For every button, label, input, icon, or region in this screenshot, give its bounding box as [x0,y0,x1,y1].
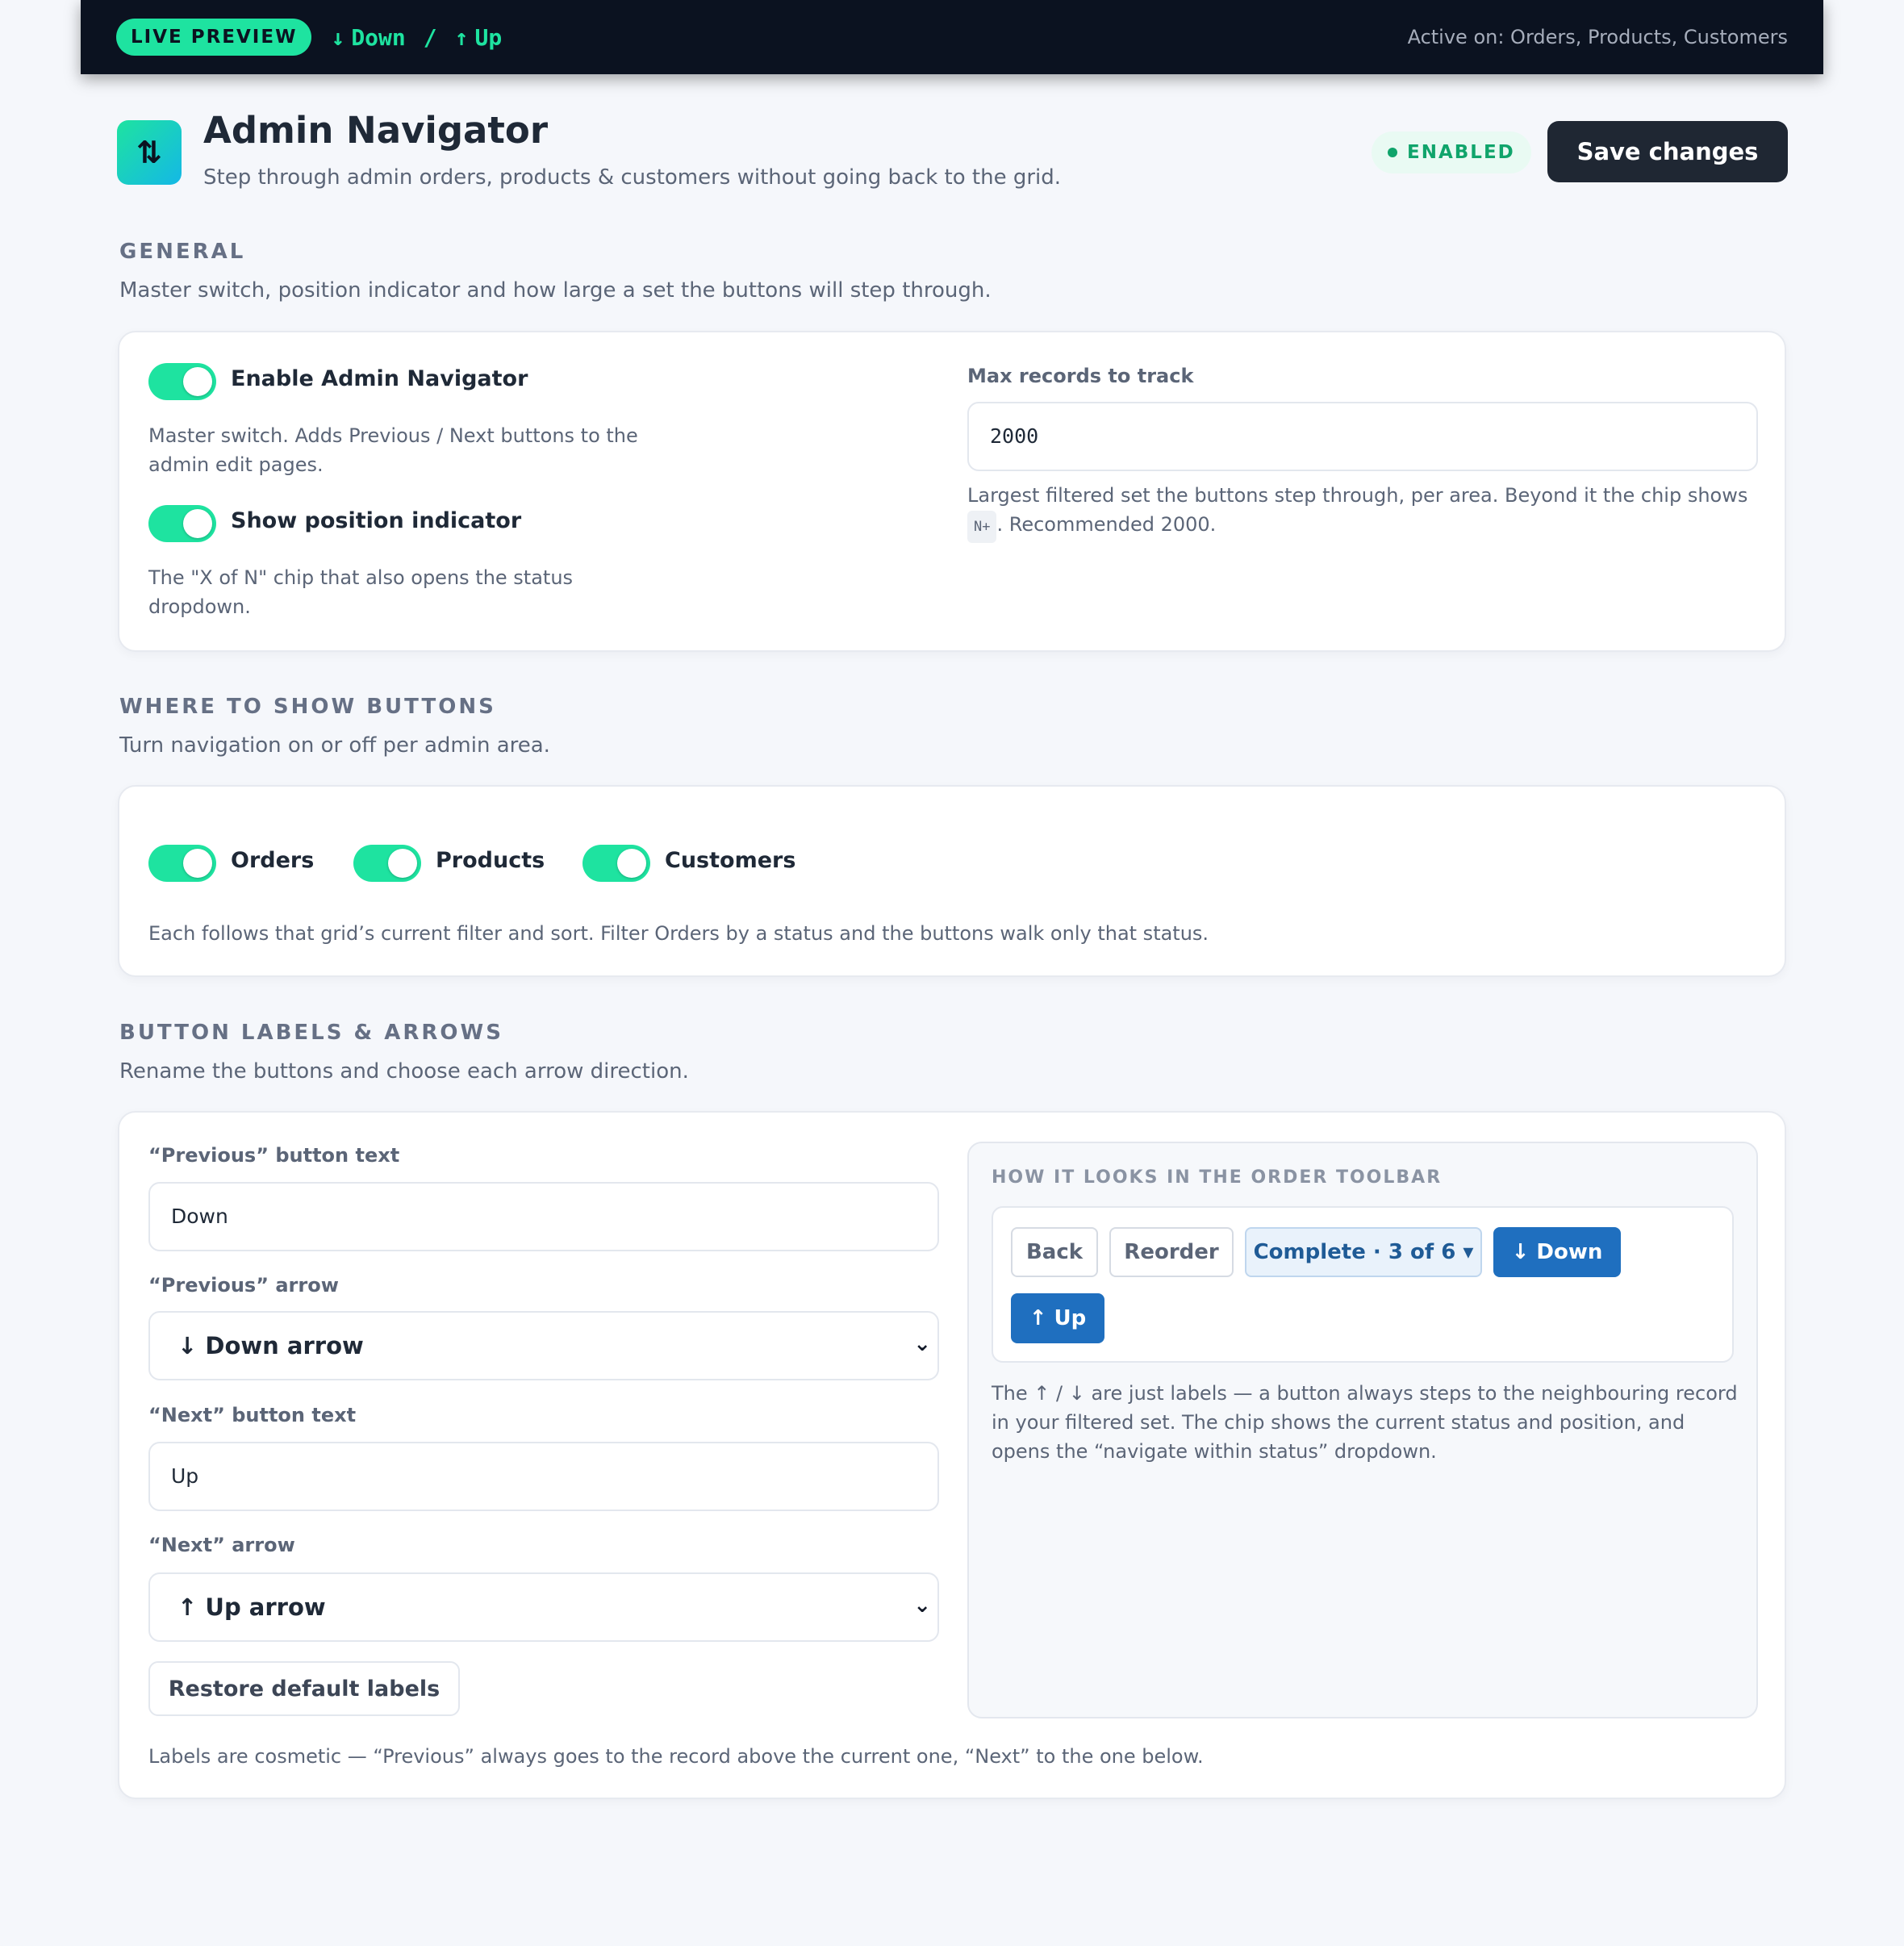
max-records-help-code: N+ [967,511,997,543]
section-desc-labels: Rename the buttons and choose each arrow… [119,1059,689,1084]
section-title-general: GENERAL [119,240,246,264]
max-records-input[interactable]: 2000 [967,402,1758,471]
enable-navigator-help: Master switch. Adds Previous / Next butt… [148,424,638,476]
chevron-down-icon: ⌄ [913,1593,931,1618]
prev-arrow-select[interactable]: ↓ Down arrow ⌄ [148,1311,939,1380]
section-desc-general: Master switch, position indicator and ho… [119,278,992,303]
section-desc-where: Turn navigation on or off per admin area… [119,733,550,758]
save-button[interactable]: Save changes [1547,121,1788,182]
customers-label: Customers [665,848,796,873]
where-card: Orders Products Customers Each follows t… [118,785,1786,977]
live-preview-bar: LIVE PREVIEW ↓ Down / ↑ Up Active on: Or… [81,0,1823,74]
general-card: Enable Admin Navigator Master switch. Ad… [118,331,1786,652]
position-indicator-toggle[interactable] [148,505,216,542]
products-toggle[interactable] [353,845,421,882]
enable-navigator-toggle[interactable] [148,363,216,400]
products-label: Products [436,848,545,873]
max-records-label: Max records to track [967,365,1194,387]
next-text-input[interactable]: Up [148,1442,939,1511]
preview-reorder-button[interactable]: Reorder [1109,1227,1234,1277]
status-badge: ENABLED [1372,132,1531,173]
status-dot-icon [1388,148,1397,157]
position-indicator-label: Show position indicator [231,508,522,533]
arrow-up-icon: ↑ [454,23,469,51]
enable-navigator-label: Enable Admin Navigator [231,366,528,391]
page-subtitle: Step through admin orders, products & cu… [203,165,1062,190]
prev-text-label: “Previous” button text [148,1144,400,1167]
preview-title: HOW IT LOOKS IN THE ORDER TOOLBAR [992,1167,1443,1188]
top-up-label: Up [474,23,503,51]
prev-arrow-label: “Previous” arrow [148,1274,339,1297]
status-badge-label: ENABLED [1407,142,1515,163]
labels-card: “Previous” button text Down “Previous” a… [118,1111,1786,1799]
next-arrow-label: “Next” arrow [148,1534,295,1556]
preview-up-button[interactable]: ↑ Up [1011,1293,1104,1343]
max-records-help: Largest filtered set the buttons step th… [967,481,1758,543]
restore-defaults-button[interactable]: Restore default labels [148,1661,460,1716]
preview-status-chip[interactable]: Complete · 3 of 6 ▾ [1245,1227,1482,1277]
position-indicator-help: The "X of N" chip that also opens the st… [148,566,574,618]
toolbar-preview-panel: HOW IT LOOKS IN THE ORDER TOOLBAR Back R… [967,1142,1758,1718]
top-down-label: Down [351,23,406,51]
chevron-down-icon: ⌄ [913,1332,931,1356]
orders-label: Orders [231,848,315,873]
customers-toggle[interactable] [582,845,650,882]
page-header: ⇅ Admin Navigator Step through admin ord… [117,109,1788,198]
labels-footer-help: Labels are cosmetic — “Previous” always … [148,1745,1204,1768]
next-text-label: “Next” button text [148,1404,357,1426]
section-title-where: WHERE TO SHOW BUTTONS [119,695,496,719]
max-records-help-tail: . Recommended 2000. [996,513,1217,536]
up-down-arrows-icon: ⇅ [117,120,182,185]
next-arrow-select-value: ↑ Up arrow [177,1593,326,1621]
where-help: Each follows that grid’s current filter … [148,922,1209,945]
preview-help: The ↑ / ↓ are just labels — a button alw… [992,1382,1738,1463]
max-records-help-text: Largest filtered set the buttons step th… [967,484,1748,507]
order-toolbar-preview: Back Reorder Complete · 3 of 6 ▾ ↓ Down … [992,1206,1734,1363]
prev-arrow-select-value: ↓ Down arrow [177,1332,364,1359]
section-title-labels: BUTTON LABELS & ARROWS [119,1021,503,1045]
top-separator: / [423,23,437,51]
page-title: Admin Navigator [203,109,549,152]
orders-toggle[interactable] [148,845,216,882]
active-areas-text: Active on: Orders, Products, Customers [1407,26,1788,48]
top-nav-preview: ↓ Down / ↑ Up [331,24,502,51]
prev-text-input[interactable]: Down [148,1182,939,1251]
arrow-down-icon: ↓ [331,23,345,51]
next-arrow-select[interactable]: ↑ Up arrow ⌄ [148,1572,939,1642]
preview-back-button[interactable]: Back [1011,1227,1098,1277]
live-preview-pill: LIVE PREVIEW [116,19,312,56]
preview-down-button[interactable]: ↓ Down [1493,1227,1621,1277]
